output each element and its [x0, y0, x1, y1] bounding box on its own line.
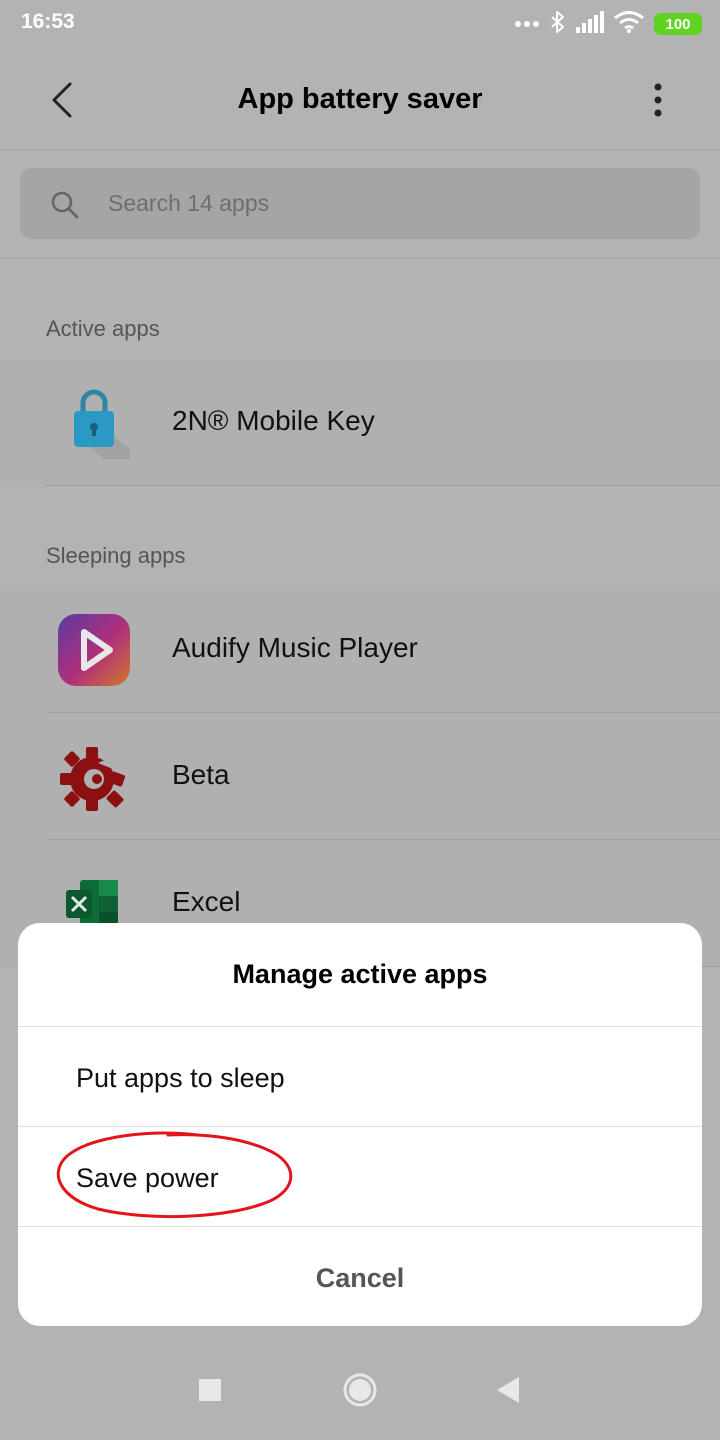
- battery-level: 100: [665, 15, 691, 33]
- manage-active-apps-dialog: Manage active apps Put apps to sleep Sav…: [18, 923, 702, 1326]
- app-name: Beta: [172, 759, 230, 790]
- search-section: [0, 150, 720, 259]
- signal-icon: [576, 10, 604, 38]
- home-button[interactable]: [340, 1370, 380, 1410]
- app-row-beta[interactable]: Beta: [0, 713, 720, 840]
- page-title: App battery saver: [237, 83, 483, 115]
- play-icon: [58, 614, 130, 686]
- search-icon: [51, 191, 79, 219]
- back-nav-button[interactable]: [488, 1370, 528, 1410]
- gear-icon: [60, 747, 126, 811]
- battery-icon: 100: [654, 13, 702, 35]
- bluetooth-icon: [550, 10, 566, 39]
- app-row-audify[interactable]: Audify Music Player: [0, 586, 720, 713]
- system-nav-bar: [0, 1340, 720, 1440]
- status-time: 16:53: [21, 10, 75, 33]
- more-options-button[interactable]: [636, 74, 680, 126]
- back-icon: [497, 1377, 519, 1403]
- app-name: Audify Music Player: [172, 632, 418, 663]
- more-vertical-icon: [654, 83, 662, 117]
- dialog-title: Manage active apps: [232, 959, 488, 989]
- search-bar[interactable]: [20, 168, 700, 239]
- recents-icon: [199, 1379, 221, 1401]
- home-icon: [343, 1373, 377, 1407]
- cancel-label: Cancel: [315, 1263, 405, 1293]
- app-name: Excel: [172, 886, 241, 917]
- padlock-icon: [74, 389, 130, 459]
- wifi-icon: [614, 10, 644, 38]
- search-input[interactable]: [108, 168, 668, 239]
- option-label: Save power: [76, 1163, 219, 1193]
- cancel-button[interactable]: Cancel: [18, 1227, 702, 1326]
- more-dots-icon: [514, 15, 540, 33]
- put-apps-to-sleep-option[interactable]: Put apps to sleep: [18, 1027, 702, 1127]
- app-header: App battery saver: [0, 50, 720, 150]
- app-row-2n-mobile-key[interactable]: 2N® Mobile Key: [0, 359, 720, 486]
- status-bar: 16:53 100: [0, 0, 720, 50]
- save-power-option[interactable]: Save power: [18, 1127, 702, 1227]
- status-icons: 100: [514, 8, 702, 40]
- app-name: 2N® Mobile Key: [172, 405, 375, 436]
- recents-button[interactable]: [190, 1370, 230, 1410]
- section-label-active: Active apps: [46, 316, 160, 341]
- section-label-sleeping: Sleeping apps: [46, 543, 186, 568]
- option-label: Put apps to sleep: [76, 1063, 285, 1093]
- row-divider: [46, 485, 720, 486]
